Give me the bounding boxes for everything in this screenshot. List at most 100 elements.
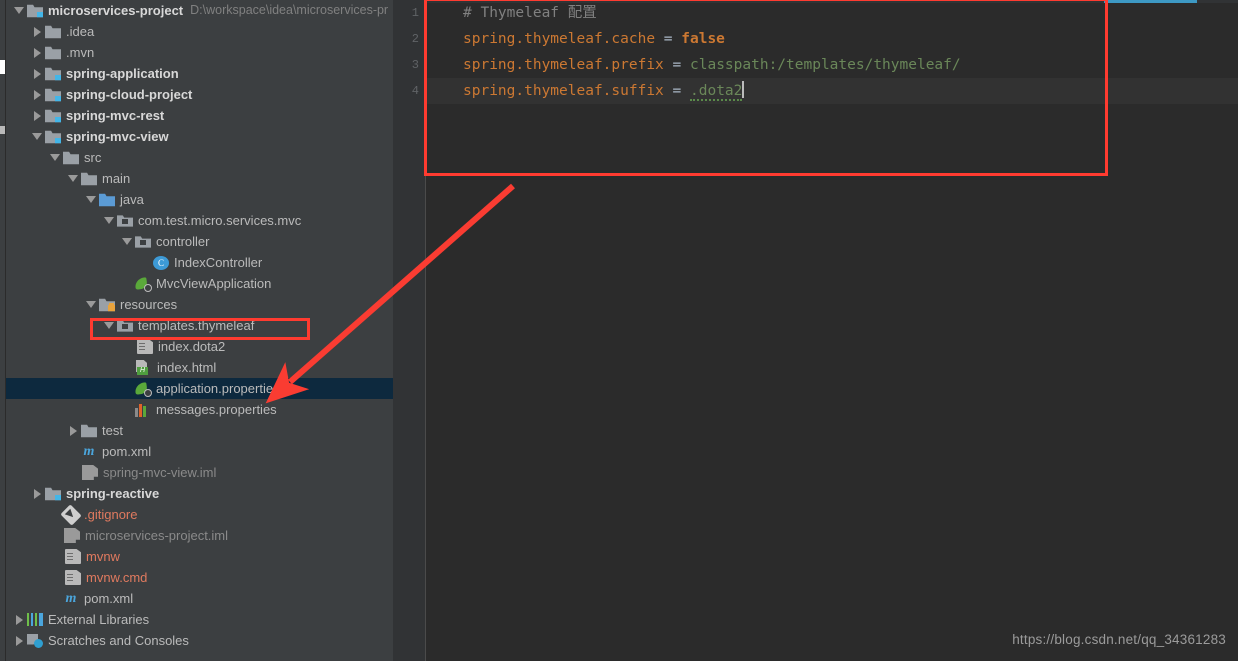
tree-item-label: controller: [156, 234, 210, 249]
no-chevron-spacer: [50, 572, 61, 583]
tree-item-spring-reactive[interactable]: spring-reactive: [6, 483, 393, 504]
chevron-right-icon[interactable]: [32, 488, 43, 499]
tree-item-index-html[interactable]: Hindex.html: [6, 357, 393, 378]
tree-item-mvnw-cmd[interactable]: mvnw.cmd: [6, 567, 393, 588]
tree-item-label: .gitignore: [84, 507, 138, 522]
tree-item-label: IndexController: [174, 255, 263, 270]
tree-item-spring-application[interactable]: spring-application: [6, 63, 393, 84]
tree-item-label: application.properties: [156, 381, 280, 396]
tree-item-pom-xml[interactable]: m pom.xml: [6, 588, 393, 609]
chevron-right-icon[interactable]: [32, 89, 43, 100]
tree-item-label: spring-mvc-view.iml: [103, 465, 217, 480]
project-tree-panel[interactable]: microservices-project D:\workspace\idea\m…: [6, 0, 393, 661]
chevron-down-icon[interactable]: [32, 131, 43, 142]
chevron-right-icon[interactable]: [32, 26, 43, 37]
project-path-hint: D:\workspace\idea\microservices-pr: [190, 3, 389, 17]
tree-item-label: Scratches and Consoles: [48, 633, 189, 648]
chevron-down-icon[interactable]: [50, 152, 61, 163]
editor-code[interactable]: # Thymeleaf 配置 spring.thymeleaf.cache = f…: [425, 0, 1238, 661]
tree-item-java[interactable]: java: [6, 189, 393, 210]
module-folder-icon: [27, 4, 43, 18]
tree-item-label: pom.xml: [102, 444, 152, 459]
chevron-right-icon[interactable]: [14, 614, 25, 625]
tree-item-label: microservices-project: [48, 3, 184, 18]
tree-item-label: src: [84, 150, 102, 165]
spring-boot-app-icon: [134, 276, 152, 292]
chevron-right-icon[interactable]: [14, 635, 25, 646]
chevron-down-icon[interactable]: [86, 299, 97, 310]
tree-item-label: spring-mvc-view: [66, 129, 169, 144]
text-caret: [742, 81, 744, 98]
properties-file-icon: [135, 403, 151, 417]
tree-item-main[interactable]: main: [6, 168, 393, 189]
tree-item-mvn[interactable]: .mvn: [6, 42, 393, 63]
tree-item-spring-cloud-project[interactable]: spring-cloud-project: [6, 84, 393, 105]
chevron-right-icon[interactable]: [32, 68, 43, 79]
folder-icon: [81, 424, 97, 438]
chevron-right-icon[interactable]: [32, 47, 43, 58]
line-number: 3: [411, 58, 419, 72]
code-line[interactable]: spring.thymeleaf.prefix = classpath:/tem…: [425, 52, 1238, 78]
tree-item-resources[interactable]: resources: [6, 294, 393, 315]
chevron-down-icon[interactable]: [14, 5, 25, 16]
no-chevron-spacer: [50, 530, 61, 541]
tree-item-application-properties[interactable]: application.properties: [6, 378, 393, 399]
tree-item-com-test-micro-services-mvc[interactable]: com.test.micro.services.mvc: [6, 210, 393, 231]
scratches-icon: [27, 633, 43, 648]
tree-item-test[interactable]: test: [6, 420, 393, 441]
tree-item-microservices-project[interactable]: microservices-project D:\workspace\idea\m…: [6, 0, 393, 21]
tree-item-label: spring-reactive: [66, 486, 160, 501]
iml-file-icon: [64, 528, 80, 543]
no-chevron-spacer: [122, 362, 133, 373]
assignment-operator: =: [663, 83, 690, 99]
tree-item-spring-mvc-rest[interactable]: spring-mvc-rest: [6, 105, 393, 126]
chevron-down-icon[interactable]: [122, 236, 133, 247]
tree-item-label: index.html: [157, 360, 217, 375]
tree-item-label: microservices-project.iml: [85, 528, 229, 543]
chevron-right-icon[interactable]: [32, 110, 43, 121]
package-icon: [117, 215, 133, 227]
property-key: spring.thymeleaf.cache: [463, 31, 656, 47]
tree-item-indexcontroller[interactable]: C IndexController: [6, 252, 393, 273]
tree-item-gitignore[interactable]: .gitignore: [6, 503, 393, 526]
code-line[interactable]: # Thymeleaf 配置: [425, 0, 1238, 26]
module-folder-icon: [45, 88, 61, 102]
tree-item-mvnw[interactable]: mvnw: [6, 546, 393, 567]
no-chevron-spacer: [122, 404, 133, 415]
java-class-icon: C: [153, 255, 169, 270]
tree-item-controller[interactable]: controller: [6, 231, 393, 252]
tree-item-templates-thymeleaf[interactable]: templates.thymeleaf: [6, 315, 393, 336]
tree-item-idea[interactable]: .idea: [6, 21, 393, 42]
tree-item-mvcviewapplication[interactable]: MvcViewApplication: [6, 273, 393, 294]
tree-item-label: mvnw: [86, 549, 120, 564]
chevron-down-icon[interactable]: [68, 173, 79, 184]
no-chevron-spacer: [68, 446, 79, 457]
chevron-down-icon[interactable]: [86, 194, 97, 205]
tree-item-external-libraries[interactable]: External Libraries: [6, 609, 393, 630]
tree-item-spring-mvc-view[interactable]: spring-mvc-view: [6, 126, 393, 147]
tree-item-src[interactable]: src: [6, 147, 393, 168]
folder-icon: [81, 172, 97, 186]
html-file-icon: H: [136, 360, 152, 375]
project-tree-list[interactable]: microservices-project D:\workspace\idea\m…: [6, 0, 393, 651]
editor-area[interactable]: 1 2 3 4 # Thymeleaf 配置 spring.thymeleaf.cach…: [393, 0, 1238, 661]
code-line[interactable]: spring.thymeleaf.cache = false: [425, 26, 1238, 52]
tree-item-label: resources: [120, 297, 178, 312]
maven-icon: m: [65, 590, 77, 606]
module-folder-icon: [45, 130, 61, 144]
no-chevron-spacer: [50, 509, 61, 520]
text-file-icon: [137, 339, 153, 354]
tree-item-scratches-and-consoles[interactable]: Scratches and Consoles: [6, 630, 393, 651]
tree-item-microservices-project-iml[interactable]: microservices-project.iml: [6, 525, 393, 546]
tree-item-messages-properties[interactable]: messages.properties: [6, 399, 393, 420]
chevron-down-icon[interactable]: [104, 215, 115, 226]
tree-item-index-dota2[interactable]: index.dota2: [6, 336, 393, 357]
tree-item-label: templates.thymeleaf: [138, 318, 255, 333]
tree-item-spring-mvc-view-iml[interactable]: spring-mvc-view.iml: [6, 462, 393, 483]
chevron-down-icon[interactable]: [104, 320, 115, 331]
editor-gutter[interactable]: 1 2 3 4: [393, 0, 425, 661]
chevron-right-icon[interactable]: [68, 425, 79, 436]
code-line[interactable]: spring.thymeleaf.suffix = .dota2: [425, 78, 1238, 104]
tree-item-pom-xml[interactable]: m pom.xml: [6, 441, 393, 462]
property-value-typo: .dota2: [690, 83, 743, 101]
